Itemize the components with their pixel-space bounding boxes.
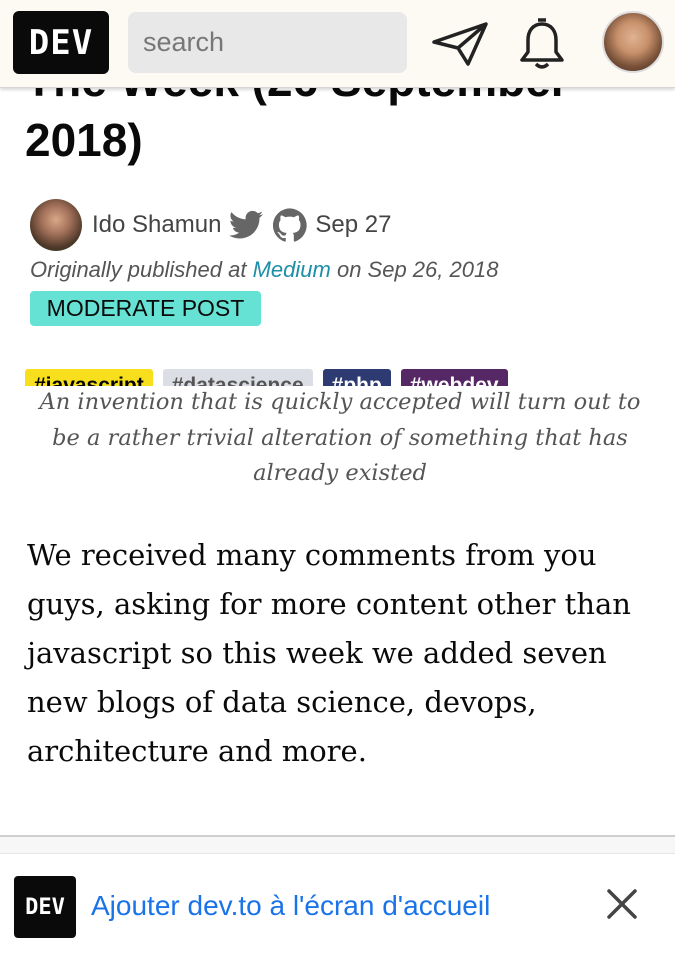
- user-avatar[interactable]: [602, 11, 664, 73]
- send-icon[interactable]: [430, 20, 490, 68]
- tag-javascript[interactable]: #javascript: [25, 369, 153, 386]
- originally-published: Originally published at Medium on Sep 26…: [30, 257, 498, 283]
- content-divider: [0, 835, 675, 853]
- author-meta: Ido Shamun Sep 27: [30, 198, 392, 252]
- twitter-icon[interactable]: [229, 210, 264, 240]
- article-body: We received many comments from you guys,…: [27, 538, 631, 768]
- tag-webdev[interactable]: #webdev: [400, 369, 508, 386]
- bell-icon[interactable]: [518, 18, 566, 70]
- tag-list: #javascript #datascience #php #webdev: [25, 369, 508, 386]
- install-banner-logo: DEV: [14, 876, 76, 938]
- author-name[interactable]: Ido Shamun: [92, 211, 221, 239]
- originally-published-prefix: Originally published at: [30, 257, 247, 282]
- tag-datascience[interactable]: #datascience: [162, 369, 313, 386]
- top-navigation: DEV: [0, 0, 675, 88]
- author-avatar[interactable]: [30, 199, 82, 251]
- github-icon[interactable]: [273, 208, 308, 242]
- medium-link[interactable]: Medium: [253, 257, 331, 282]
- moderate-post-button[interactable]: MODERATE POST: [30, 291, 261, 326]
- install-banner: DEV Ajouter dev.to à l'écran d'accueil: [0, 853, 675, 954]
- close-icon[interactable]: [604, 886, 640, 922]
- publish-date: Sep 27: [315, 211, 392, 238]
- article-quote: An invention that is quickly accepted wi…: [39, 389, 641, 486]
- article-title-line2: 2018): [25, 114, 143, 166]
- dev-logo[interactable]: DEV: [13, 11, 109, 74]
- originally-published-suffix: on Sep 26, 2018: [336, 257, 499, 282]
- search-input[interactable]: [128, 12, 407, 73]
- tag-php[interactable]: #php: [322, 369, 391, 386]
- add-to-home-screen-link[interactable]: Ajouter dev.to à l'écran d'accueil: [91, 890, 490, 922]
